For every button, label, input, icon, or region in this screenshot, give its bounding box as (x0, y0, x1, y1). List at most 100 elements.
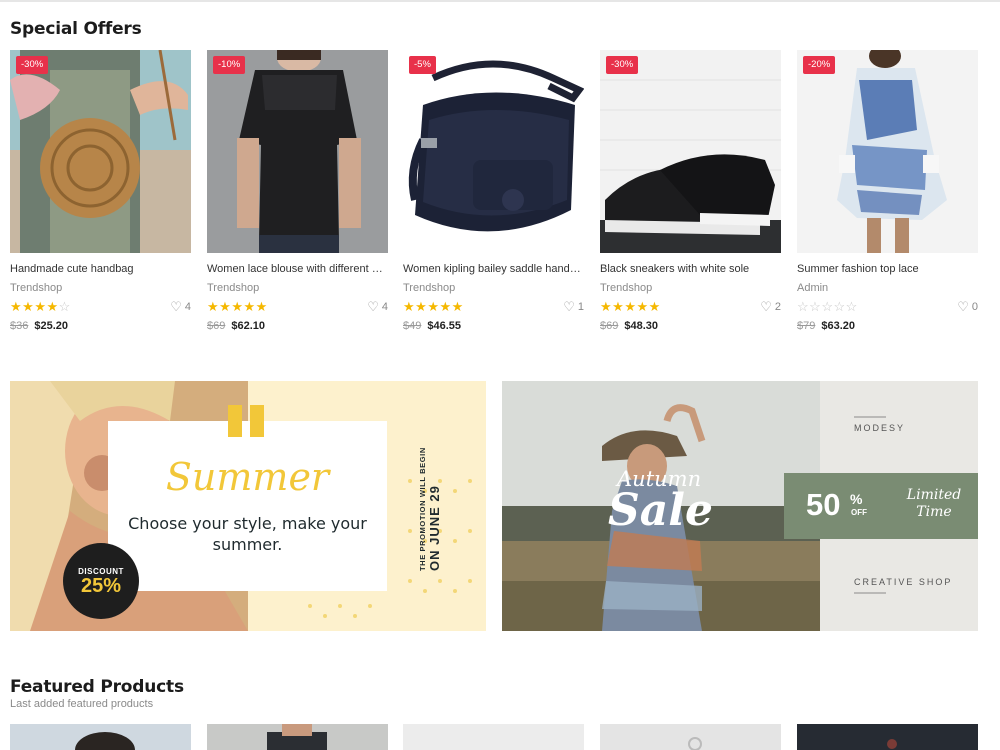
old-price: $79 (797, 320, 816, 332)
price-block: $49 $46.55 (403, 320, 461, 332)
product-card[interactable]: -10% Women lace blouse with different co… (207, 50, 388, 340)
like-counter[interactable]: ♡ 0 (957, 300, 978, 314)
section-subtitle-featured: Last added featured products (10, 698, 154, 710)
heart-icon[interactable]: ♡ (367, 300, 379, 314)
old-price: $69 (207, 320, 226, 332)
star-icon: ☆ (845, 299, 858, 314)
star-icon: ★ (439, 299, 452, 314)
rating-stars: ★★★★★ (600, 300, 661, 314)
star-icon: ★ (624, 299, 637, 314)
discount-percent: 50 (806, 487, 841, 522)
percent-sign: % (850, 491, 863, 507)
rating-stars: ★★★★★ (403, 300, 464, 314)
like-counter[interactable]: ♡ 4 (367, 300, 388, 314)
discount-badge: -30% (606, 56, 639, 74)
like-counter[interactable]: ♡ 2 (760, 300, 781, 314)
star-icon: ★ (648, 299, 661, 314)
old-price: $36 (10, 320, 29, 332)
current-price: $46.55 (427, 320, 462, 332)
summer-headline: Choose your style, make your summer. (128, 514, 367, 554)
top-divider (0, 0, 1000, 2)
price-block: $69 $62.10 (207, 320, 265, 332)
product-vendor[interactable]: Trendshop (600, 282, 652, 294)
brand-creative-shop: CREATIVE SHOP (854, 577, 953, 587)
rating-stars: ☆☆☆☆☆ (797, 300, 858, 314)
sale-script: Sale (608, 485, 713, 536)
heart-icon[interactable]: ♡ (563, 300, 575, 314)
old-price: $49 (403, 320, 422, 332)
star-icon: ☆ (797, 299, 810, 314)
price-block: $79 $63.20 (797, 320, 855, 332)
product-card[interactable]: -20% Summer fashion top lace Admin ☆☆☆☆☆… (797, 50, 978, 340)
product-image[interactable] (600, 50, 781, 253)
star-icon: ★ (207, 299, 220, 314)
star-icon: ★ (46, 299, 59, 314)
product-image[interactable] (403, 50, 584, 253)
heart-icon[interactable]: ♡ (170, 300, 182, 314)
product-image[interactable] (10, 50, 191, 253)
star-icon: ☆ (821, 299, 834, 314)
discount-circle: DISCOUNT 25% (63, 543, 139, 619)
star-icon: ★ (243, 299, 256, 314)
star-icon: ★ (255, 299, 268, 314)
product-card[interactable]: -5% Women kipling bailey saddle handbag … (403, 50, 584, 340)
star-icon: ★ (403, 299, 416, 314)
like-count: 4 (184, 301, 191, 313)
like-count: 2 (774, 301, 781, 313)
like-count: 1 (577, 301, 584, 313)
heart-icon[interactable]: ♡ (957, 300, 969, 314)
star-icon: ★ (22, 299, 35, 314)
product-image[interactable] (207, 50, 388, 253)
star-icon: ☆ (809, 299, 822, 314)
featured-products-row (10, 724, 980, 750)
product-name[interactable]: Summer fashion top lace (797, 263, 978, 275)
summer-promo-banner[interactable]: Summer Choose your style, make your summ… (10, 381, 486, 631)
product-name[interactable]: Black sneakers with white sole (600, 263, 781, 275)
summer-text-card: Summer Choose your style, make your summ… (108, 405, 387, 591)
discount-badge: -5% (409, 56, 436, 74)
current-price: $48.30 (624, 320, 659, 332)
product-card[interactable]: -30% Black sneakers with white sole Tren… (600, 50, 781, 340)
product-vendor[interactable]: Admin (797, 282, 828, 294)
like-counter[interactable]: ♡ 4 (170, 300, 191, 314)
product-card[interactable]: -30% Handmade cute handbag Trendshop ★★★… (10, 50, 191, 340)
discount-value: 25% (80, 575, 122, 597)
off-label: OFF (851, 508, 867, 517)
discount-badge: -10% (213, 56, 246, 74)
featured-product-image[interactable] (797, 724, 978, 750)
price-block: $69 $48.30 (600, 320, 658, 332)
featured-product-image[interactable] (207, 724, 388, 750)
brand-modesy: MODESY (854, 423, 906, 433)
product-vendor[interactable]: Trendshop (207, 282, 259, 294)
star-icon: ★ (10, 299, 23, 314)
star-icon: ★ (427, 299, 440, 314)
promotion-line-1: THE PROMOTION WILL BEGIN (418, 447, 427, 571)
star-icon: ☆ (58, 299, 71, 314)
section-title-special-offers: Special Offers (10, 19, 142, 39)
rating-stars: ★★★★★ (207, 300, 268, 314)
like-counter[interactable]: ♡ 1 (563, 300, 584, 314)
product-vendor[interactable]: Trendshop (403, 282, 455, 294)
autumn-sale-banner[interactable]: MODESY Autumn Sale 50 % OFF Limited Time… (502, 381, 978, 631)
limited-time-label: Limited Time (906, 487, 962, 520)
price-block: $36 $25.20 (10, 320, 68, 332)
special-offers-grid: -30% Handmade cute handbag Trendshop ★★★… (10, 50, 980, 340)
star-icon: ☆ (833, 299, 846, 314)
star-icon: ★ (34, 299, 47, 314)
heart-icon[interactable]: ♡ (760, 300, 772, 314)
product-name[interactable]: Women kipling bailey saddle handbag (403, 263, 584, 275)
product-vendor[interactable]: Trendshop (10, 282, 62, 294)
promotion-line-2: ON JUNE 29 (427, 485, 442, 571)
product-image[interactable] (797, 50, 978, 253)
featured-product-image[interactable] (10, 724, 191, 750)
product-name[interactable]: Handmade cute handbag (10, 263, 191, 275)
current-price: $63.20 (821, 320, 856, 332)
featured-product-image[interactable] (403, 724, 584, 750)
product-name[interactable]: Women lace blouse with different colors (207, 263, 388, 275)
star-icon: ★ (636, 299, 649, 314)
featured-product-image[interactable] (600, 724, 781, 750)
like-count: 4 (381, 301, 388, 313)
discount-badge: -20% (803, 56, 836, 74)
quote-icon (228, 405, 264, 437)
discount-badge: -30% (16, 56, 49, 74)
